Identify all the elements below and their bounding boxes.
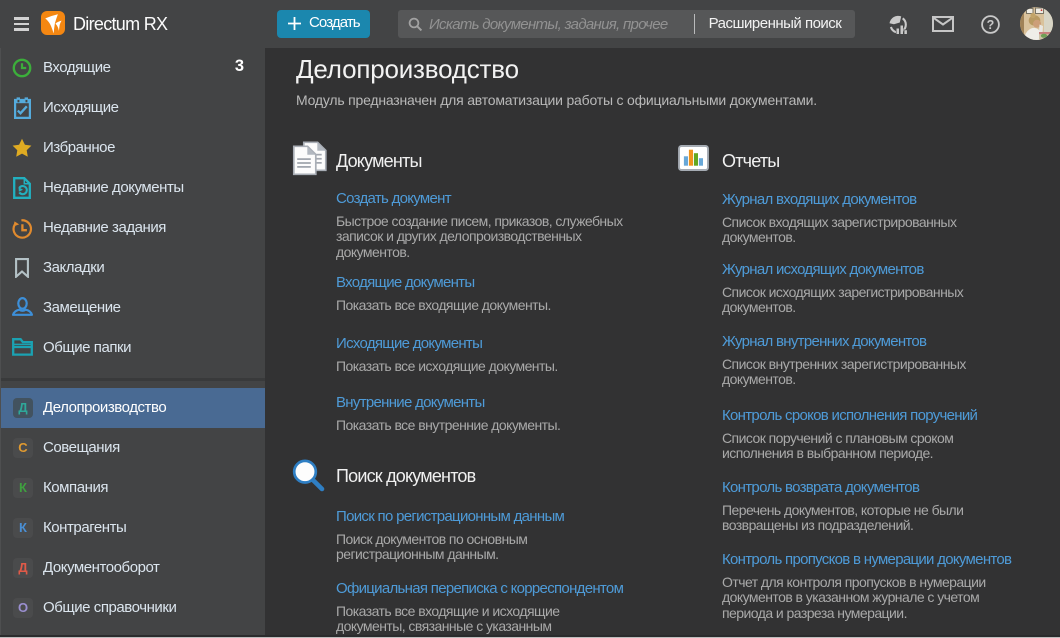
- svg-text:?: ?: [987, 18, 995, 32]
